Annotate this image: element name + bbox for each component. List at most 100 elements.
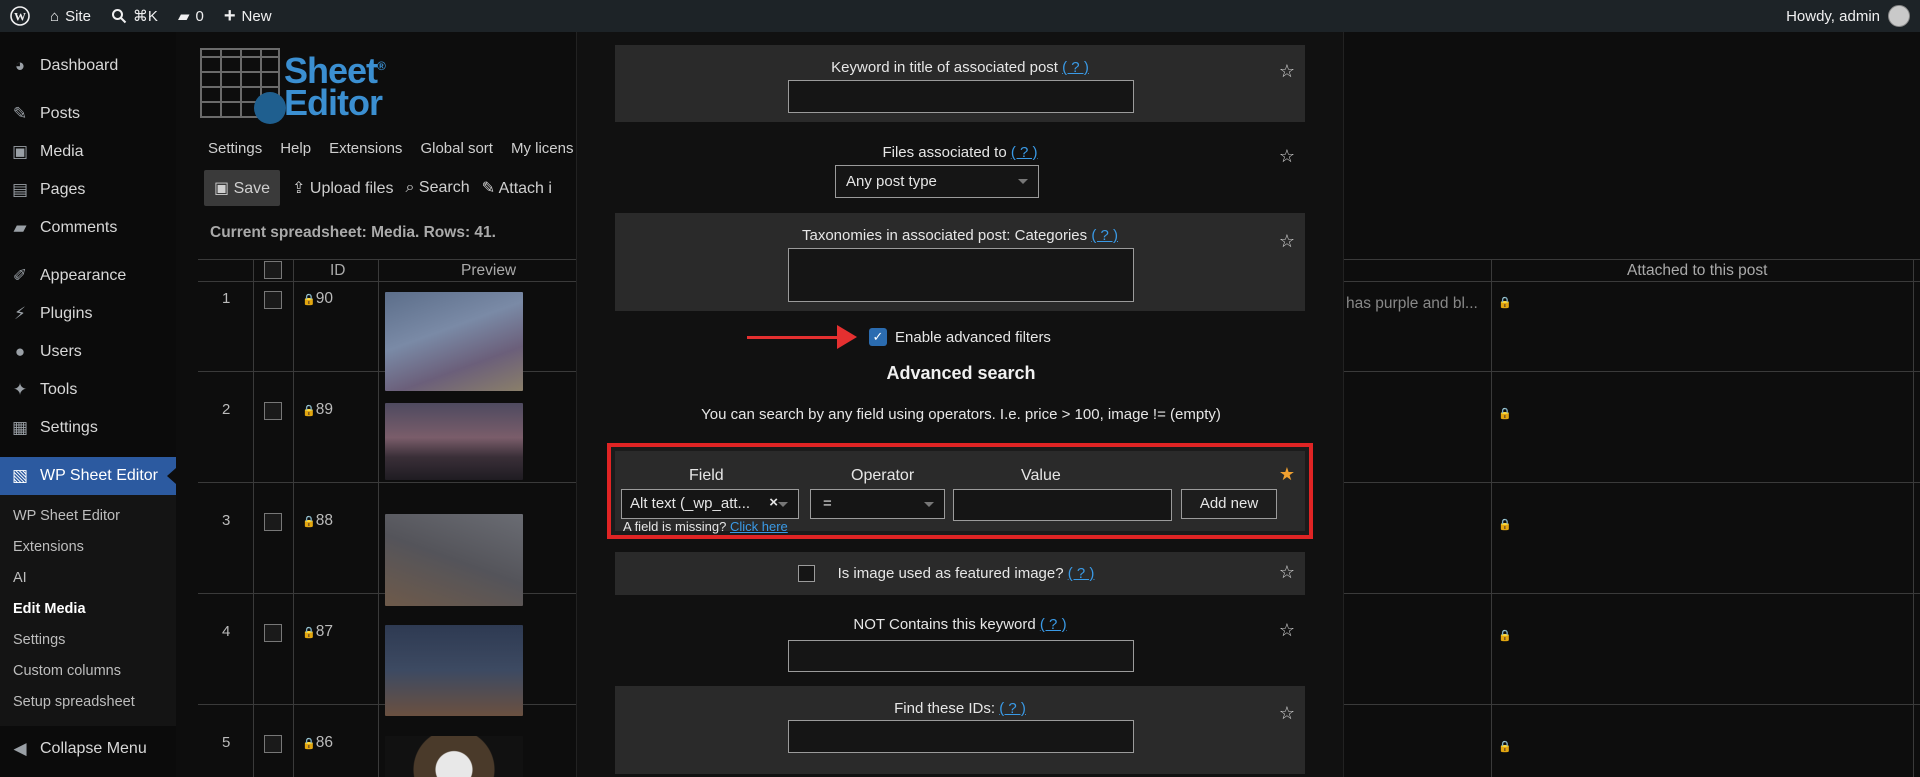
help-link[interactable]: ( ? ) (1062, 59, 1089, 76)
avatar (1888, 5, 1910, 27)
missing-text: A field is missing? (623, 519, 727, 534)
submenu-ai[interactable]: AI (0, 563, 176, 594)
search-modal: Keyword in title of associated post ( ? … (576, 32, 1344, 777)
row-checkbox[interactable] (264, 513, 282, 531)
star-icon[interactable]: ☆ (1279, 620, 1295, 641)
advanced-filter-row: Field Operator Value ★ Alt text (_wp_att… (607, 443, 1313, 539)
sidebar-item-dashboard[interactable]: ◕ Dashboard (0, 47, 176, 85)
wordpress-logo[interactable]: W (0, 0, 40, 32)
enable-advanced-checkbox[interactable]: ✓ (869, 328, 887, 346)
save-button[interactable]: ▣ Save (204, 170, 281, 206)
post-type-value: Any post type (846, 173, 937, 190)
annotation-arrow (747, 336, 839, 339)
keyword-title-input[interactable] (788, 80, 1134, 113)
star-icon[interactable]: ☆ (1279, 146, 1295, 167)
filter-keyword-title: Keyword in title of associated post ( ? … (615, 45, 1305, 122)
row-id: 🔒87 (302, 623, 333, 641)
attach-button[interactable]: ✎ Attach i (482, 178, 552, 198)
help-link[interactable]: ( ? ) (1011, 144, 1038, 161)
sidebar-item-label: WP Sheet Editor (40, 467, 158, 484)
find-ids-textarea[interactable] (788, 720, 1134, 753)
account-menu[interactable]: Howdy, admin (1786, 0, 1910, 32)
lock-icon: 🔒 (1498, 630, 1512, 642)
help-link[interactable]: ( ? ) (999, 700, 1026, 717)
filter-label: Is image used as featured image? ( ? ) (615, 565, 1305, 582)
star-icon[interactable]: ☆ (1279, 703, 1295, 724)
star-filled-icon[interactable]: ★ (1279, 464, 1295, 485)
sidebar-item-settings[interactable]: ▦ Settings (0, 409, 176, 447)
user-icon: ● (14, 342, 26, 361)
sidebar-item-wp-sheet-editor[interactable]: ▧ WP Sheet Editor (0, 457, 176, 495)
command-search[interactable]: ⌘K (101, 0, 168, 32)
enable-advanced-label: Enable advanced filters (895, 329, 1051, 346)
row-id: 🔒88 (302, 512, 333, 530)
help-link[interactable]: ( ? ) (1068, 565, 1095, 582)
sidebar-item-label: Users (40, 343, 82, 360)
star-icon[interactable]: ☆ (1279, 231, 1295, 252)
sidebar-item-comments[interactable]: ▰ Comments (0, 209, 176, 247)
row-checkbox[interactable] (264, 624, 282, 642)
submenu-wp-sheet-editor[interactable]: WP Sheet Editor (0, 501, 176, 532)
sidebar-item-pages[interactable]: ▤ Pages (0, 171, 176, 209)
row-id-value: 86 (315, 734, 333, 751)
star-icon[interactable]: ☆ (1279, 562, 1295, 583)
new-content-link[interactable]: + New (214, 0, 282, 32)
row-checkbox[interactable] (264, 735, 282, 753)
field-select[interactable]: Alt text (_wp_att... × (621, 489, 799, 519)
lock-icon: 🔒 (302, 627, 316, 639)
operator-header: Operator (851, 467, 915, 484)
sidebar-item-label: Comments (40, 219, 118, 236)
add-new-button[interactable]: Add new (1181, 489, 1277, 519)
upload-files-button[interactable]: ⇪ Upload files (292, 178, 393, 198)
row-id-value: 88 (315, 512, 333, 529)
field-header: Field (689, 467, 724, 484)
sidebar-item-posts[interactable]: ✎ Posts (0, 95, 176, 133)
search-icon (111, 9, 127, 24)
submenu-setup-spreadsheet[interactable]: Setup spreadsheet (0, 687, 176, 718)
tab-extensions[interactable]: Extensions (329, 140, 402, 157)
value-input[interactable] (953, 489, 1172, 521)
clear-icon[interactable]: × (769, 494, 778, 511)
advanced-search-title: Advanced search (886, 363, 1036, 383)
settings-icon: ▦ (11, 418, 29, 437)
sidebar-item-tools[interactable]: ✦ Tools (0, 371, 176, 409)
submenu-edit-media[interactable]: Edit Media (0, 594, 176, 625)
sidebar-item-label: Settings (40, 419, 98, 436)
not-contains-input[interactable] (788, 640, 1134, 672)
tab-my-license[interactable]: My licens (511, 140, 574, 157)
featured-image-checkbox[interactable] (798, 565, 815, 582)
row-checkbox[interactable] (264, 291, 282, 309)
row-checkbox[interactable] (264, 402, 282, 420)
search-button[interactable]: ⌕ Search (406, 179, 470, 197)
submenu-custom-columns[interactable]: Custom columns (0, 656, 176, 687)
home-icon: ⌂ (50, 7, 60, 25)
tab-global-sort[interactable]: Global sort (420, 140, 493, 157)
filter-label: Files associated to ( ? ) (615, 144, 1305, 161)
click-here-link[interactable]: Click here (730, 519, 788, 534)
submenu-settings[interactable]: Settings (0, 625, 176, 656)
chevron-down-icon (1018, 179, 1028, 184)
help-link[interactable]: ( ? ) (1040, 616, 1067, 633)
sidebar-item-users[interactable]: ● Users (0, 333, 176, 371)
star-icon[interactable]: ☆ (1279, 61, 1295, 82)
help-link[interactable]: ( ? ) (1091, 227, 1118, 244)
lock-icon: 🔒 (302, 405, 316, 417)
post-type-select[interactable]: Any post type (835, 165, 1039, 198)
preview-image (385, 292, 523, 391)
filter-label: Taxonomies in associated post: Categorie… (615, 227, 1305, 244)
sidebar-item-appearance[interactable]: ✐ Appearance (0, 257, 176, 295)
tab-help[interactable]: Help (280, 140, 311, 157)
operator-select[interactable]: = (810, 489, 945, 519)
preview-image (385, 514, 523, 606)
site-link[interactable]: ⌂ Site (40, 0, 101, 32)
sidebar-item-media[interactable]: ▣ Media (0, 133, 176, 171)
collapse-menu-button[interactable]: ◀ Collapse Menu (0, 730, 176, 768)
tab-settings[interactable]: Settings (208, 140, 262, 157)
sidebar-item-plugins[interactable]: ⚡ Plugins (0, 295, 176, 333)
comments-link[interactable]: ▰ 0 (168, 0, 214, 32)
select-all-checkbox[interactable] (264, 261, 282, 279)
submenu-extensions[interactable]: Extensions (0, 532, 176, 563)
taxonomies-input[interactable] (788, 248, 1134, 302)
sheet-editor-icon: ▧ (11, 466, 29, 485)
lock-icon: 🔒 (302, 738, 316, 750)
